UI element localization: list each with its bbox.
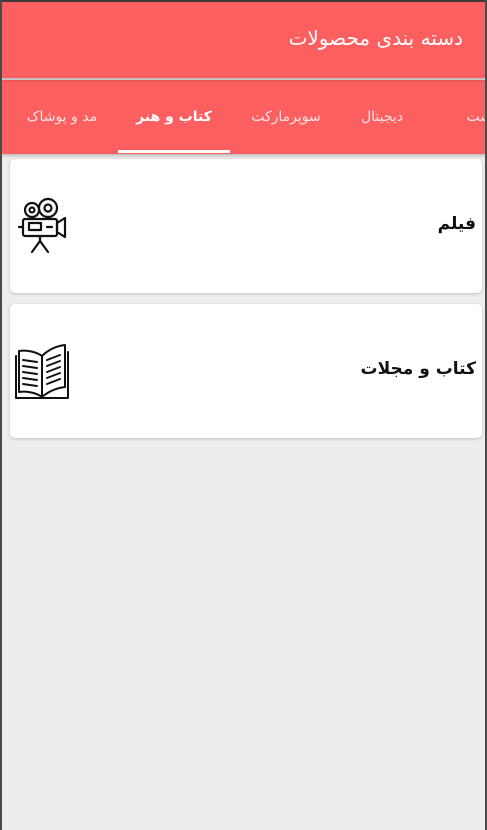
tab-fashion[interactable]: مد و پوشاک — [6, 80, 118, 154]
active-tab-indicator — [118, 150, 230, 153]
page-title: دسته بندی محصولات — [288, 26, 463, 50]
category-tabs[interactable]: مد و پوشاک کتاب و هنر سوپرمارکت دیجیتال … — [2, 80, 485, 154]
open-book-icon — [13, 342, 71, 406]
category-label-books-magazines: کتاب و مجلات — [360, 359, 476, 379]
tab-health[interactable]: بهداشت — [434, 80, 485, 154]
app-bar: دسته بندی محصولات — [2, 2, 485, 78]
category-card-books-magazines[interactable]: کتاب و مجلات — [10, 304, 482, 438]
tab-books-art[interactable]: کتاب و هنر — [118, 80, 230, 154]
category-card-film[interactable]: فیلم — [10, 159, 482, 293]
category-label-film: فیلم — [437, 214, 476, 234]
tab-digital[interactable]: دیجیتال — [326, 80, 438, 154]
movie-camera-icon — [15, 197, 73, 259]
app-frame: دسته بندی محصولات مد و پوشاک کتاب و هنر … — [0, 0, 487, 830]
